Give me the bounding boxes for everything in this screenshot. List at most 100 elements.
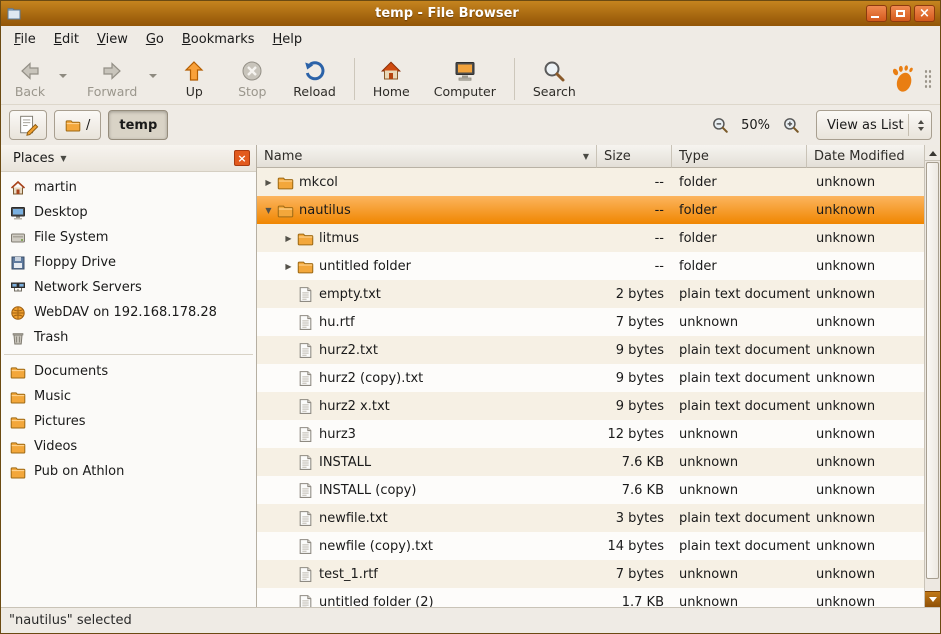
folder-icon: [277, 202, 294, 219]
edit-location-button[interactable]: [9, 110, 47, 140]
file-type-cell: plain text document: [672, 399, 807, 414]
file-row-test-1-rtf[interactable]: test_1.rtf7 bytesunknownunknown: [257, 560, 924, 588]
path-root-button[interactable]: /: [54, 110, 101, 140]
sidebar-item-trash[interactable]: Trash: [1, 325, 256, 350]
file-row-mkcol[interactable]: ▶mkcol--folderunknown: [257, 168, 924, 196]
file-row-hurz2-x-txt[interactable]: hurz2 x.txt9 bytesplain text documentunk…: [257, 392, 924, 420]
expander-collapsed-icon[interactable]: ▶: [261, 178, 276, 187]
file-modified-cell: unknown: [807, 287, 924, 302]
file-size-cell: 14 bytes: [597, 539, 672, 554]
computer-label: Computer: [434, 84, 496, 99]
back-dropdown-button[interactable]: [57, 60, 69, 98]
file-name-cell: newfile.txt: [257, 504, 597, 532]
sidebar-item-documents[interactable]: Documents: [1, 359, 256, 384]
file-row-untitled-folder[interactable]: ▶untitled folder--folderunknown: [257, 252, 924, 280]
file-size-cell: --: [597, 231, 672, 246]
sidebar-item-pub-on-athlon[interactable]: Pub on Athlon: [1, 459, 256, 484]
file-row-empty-txt[interactable]: empty.txt2 bytesplain text documentunkno…: [257, 280, 924, 308]
menu-item-help[interactable]: Help: [264, 28, 312, 51]
reload-button[interactable]: Reload: [287, 57, 342, 101]
up-button[interactable]: Up: [171, 57, 217, 101]
places-selector[interactable]: Places ▼: [7, 149, 73, 168]
view-mode-select[interactable]: View as List: [816, 110, 932, 140]
scroll-up-button[interactable]: [925, 145, 940, 161]
file-name-label: litmus: [319, 231, 359, 246]
sort-indicator-icon[interactable]: ▼: [583, 152, 589, 161]
file-size-cell: 9 bytes: [597, 371, 672, 386]
vertical-scrollbar[interactable]: [924, 145, 940, 607]
file-size-cell: 7 bytes: [597, 567, 672, 582]
stop-button[interactable]: Stop: [229, 57, 275, 101]
home-icon: [10, 180, 26, 196]
file-row-untitled-folder-2[interactable]: untitled folder (2)1.7 KBunknownunknown: [257, 588, 924, 607]
sidebar-item-music[interactable]: Music: [1, 384, 256, 409]
sidebar-header: Places ▼ ×: [1, 145, 256, 172]
home-button[interactable]: Home: [367, 57, 416, 101]
file-row-newfile-copy-txt[interactable]: newfile (copy).txt14 bytesplain text doc…: [257, 532, 924, 560]
file-icon: [297, 594, 314, 608]
file-row-hurz2-txt[interactable]: hurz2.txt9 bytesplain text documentunkno…: [257, 336, 924, 364]
expander-expanded-icon[interactable]: ▼: [261, 206, 276, 215]
file-row-install[interactable]: INSTALL7.6 KBunknownunknown: [257, 448, 924, 476]
expander-collapsed-icon[interactable]: ▶: [281, 262, 296, 271]
zoom-in-icon: [782, 116, 800, 134]
combo-arrows-icon: [908, 114, 924, 136]
folder-icon: [10, 439, 26, 455]
folder-icon: [297, 258, 314, 275]
menu-item-file[interactable]: File: [5, 28, 45, 51]
back-button[interactable]: Back: [7, 57, 53, 101]
column-header-size[interactable]: Size: [597, 145, 672, 168]
maximize-button[interactable]: [890, 5, 911, 22]
scrollbar-thumb[interactable]: [926, 162, 939, 579]
close-button[interactable]: ×: [914, 5, 935, 22]
scroll-down-button[interactable]: [925, 591, 940, 607]
file-name-cell: INSTALL: [257, 448, 597, 476]
sidebar-close-button[interactable]: ×: [234, 150, 250, 166]
menu-item-view[interactable]: View: [88, 28, 137, 51]
toolbar-handle[interactable]: [924, 69, 932, 89]
sidebar-item-pictures[interactable]: Pictures: [1, 409, 256, 434]
file-row-litmus[interactable]: ▶litmus--folderunknown: [257, 224, 924, 252]
file-name-cell: newfile (copy).txt: [257, 532, 597, 560]
column-header-type[interactable]: Type: [672, 145, 807, 168]
file-row-hu-rtf[interactable]: hu.rtf7 bytesunknownunknown: [257, 308, 924, 336]
file-row-nautilus[interactable]: ▼nautilus--folderunknown: [257, 196, 924, 224]
titlebar[interactable]: temp - File Browser ×: [1, 1, 940, 26]
search-button[interactable]: Search: [527, 57, 582, 101]
menubar: FileEditViewGoBookmarksHelp: [1, 26, 940, 53]
menu-item-bookmarks[interactable]: Bookmarks: [173, 28, 264, 51]
file-size-cell: 2 bytes: [597, 287, 672, 302]
sidebar-item-network-servers[interactable]: Network Servers: [1, 275, 256, 300]
sidebar-item-file-system[interactable]: File System: [1, 225, 256, 250]
expander-collapsed-icon[interactable]: ▶: [281, 234, 296, 243]
menu-item-edit[interactable]: Edit: [45, 28, 88, 51]
places-label: Places: [13, 151, 54, 166]
file-name-label: empty.txt: [319, 287, 381, 302]
sidebar-item-floppy-drive[interactable]: Floppy Drive: [1, 250, 256, 275]
forward-dropdown-button[interactable]: [147, 60, 159, 98]
file-modified-cell: unknown: [807, 539, 924, 554]
zoom-out-button[interactable]: [708, 113, 732, 137]
sidebar-item-videos[interactable]: Videos: [1, 434, 256, 459]
file-row-newfile-txt[interactable]: newfile.txt3 bytesplain text documentunk…: [257, 504, 924, 532]
file-modified-cell: unknown: [807, 427, 924, 442]
sidebar-item-desktop[interactable]: Desktop: [1, 200, 256, 225]
minimize-button[interactable]: [866, 5, 887, 22]
computer-button[interactable]: Computer: [428, 57, 502, 101]
folder-icon: [297, 230, 314, 247]
reload-label: Reload: [293, 84, 336, 99]
forward-button[interactable]: Forward: [81, 57, 143, 101]
column-header-name[interactable]: Name ▼: [257, 145, 597, 168]
file-name-label: newfile.txt: [319, 511, 388, 526]
file-row-install-copy[interactable]: INSTALL (copy)7.6 KBunknownunknown: [257, 476, 924, 504]
file-row-hurz2-copy-txt[interactable]: hurz2 (copy).txt9 bytesplain text docume…: [257, 364, 924, 392]
menu-item-go[interactable]: Go: [137, 28, 173, 51]
column-header-date-modified[interactable]: Date Modified: [807, 145, 924, 168]
file-name-label: untitled folder (2): [319, 595, 434, 608]
sidebar-item-martin[interactable]: martin: [1, 175, 256, 200]
file-row-hurz3[interactable]: hurz312 bytesunknownunknown: [257, 420, 924, 448]
sidebar-item-webdav-on-192-168-178-28[interactable]: WebDAV on 192.168.178.28: [1, 300, 256, 325]
path-current-button[interactable]: temp: [108, 110, 168, 140]
zoom-in-button[interactable]: [779, 113, 803, 137]
file-icon: [297, 342, 314, 359]
